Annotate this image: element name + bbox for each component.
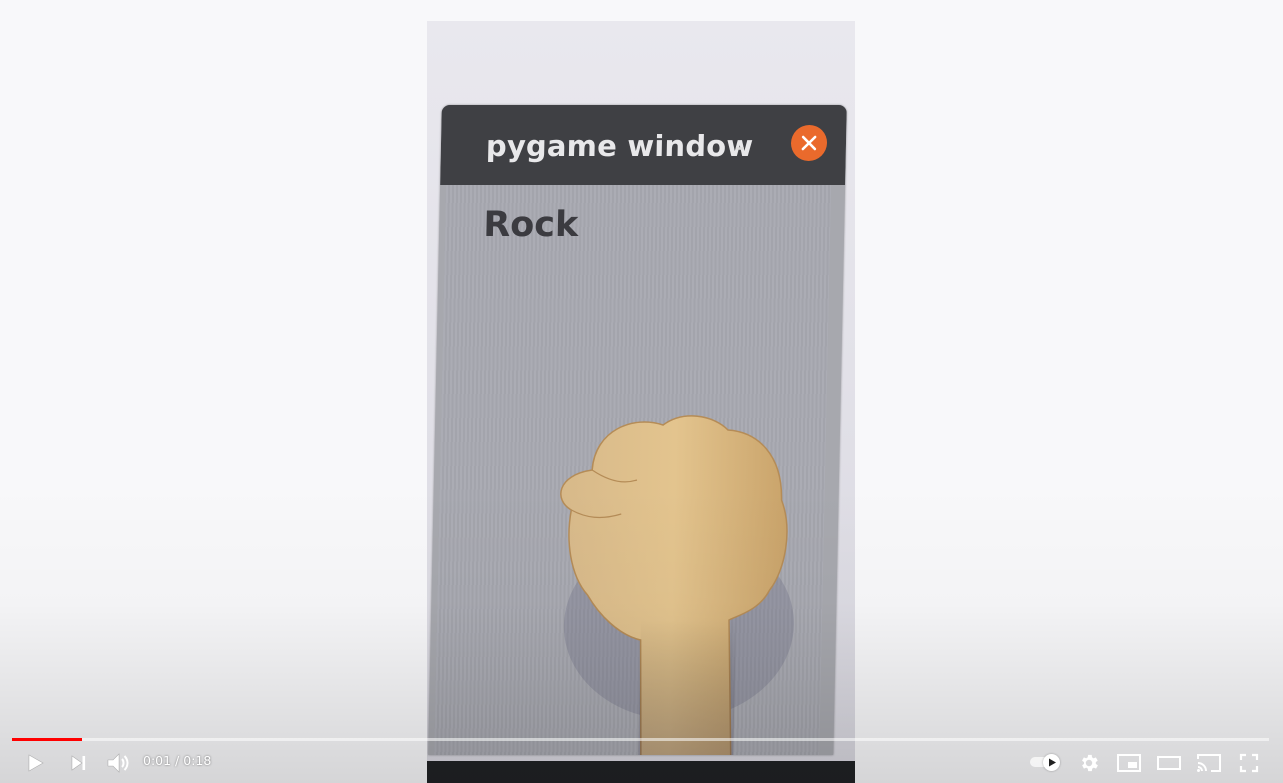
fist-hand-image	[560, 415, 794, 755]
next-button[interactable]	[63, 748, 93, 778]
miniplayer-button[interactable]	[1114, 748, 1144, 778]
control-bar: 0:01 / 0:18	[0, 744, 1283, 780]
pygame-canvas: Rock	[434, 185, 832, 755]
pygame-window-title: pygame window	[485, 129, 754, 163]
autoplay-knob	[1043, 754, 1060, 771]
progress-bar[interactable]	[12, 738, 1269, 741]
pygame-window: pygame window – Rock	[428, 105, 847, 755]
settings-button[interactable]	[1074, 748, 1104, 778]
theater-mode-icon	[1157, 756, 1181, 770]
volume-icon	[107, 753, 129, 773]
fullscreen-button[interactable]	[1234, 748, 1264, 778]
duration: 0:18	[183, 753, 212, 768]
miniplayer-icon	[1117, 754, 1141, 772]
prediction-label: Rock	[482, 205, 579, 245]
progress-bar-played	[12, 738, 83, 741]
fullscreen-icon	[1239, 753, 1259, 773]
autoplay-toggle[interactable]	[1030, 754, 1062, 771]
play-button[interactable]	[20, 748, 50, 778]
volume-button[interactable]	[103, 748, 133, 778]
cast-button[interactable]	[1194, 748, 1224, 778]
minimize-icon: –	[734, 135, 746, 159]
next-icon	[71, 755, 86, 771]
autoplay-play-icon	[1049, 758, 1056, 767]
cast-icon	[1197, 754, 1221, 772]
current-time: 0:01	[143, 753, 172, 768]
theater-mode-button[interactable]	[1154, 748, 1184, 778]
gear-icon	[1082, 754, 1098, 772]
time-display: 0:01 / 0:18	[143, 753, 211, 768]
close-icon	[790, 125, 828, 161]
video-player[interactable]: pygame window – Rock 0:01 / 0:18	[0, 0, 1283, 783]
time-separator: /	[171, 753, 184, 768]
play-icon	[28, 754, 44, 772]
pygame-titlebar: pygame window –	[440, 105, 847, 185]
video-frame[interactable]: pygame window – Rock	[427, 21, 855, 783]
